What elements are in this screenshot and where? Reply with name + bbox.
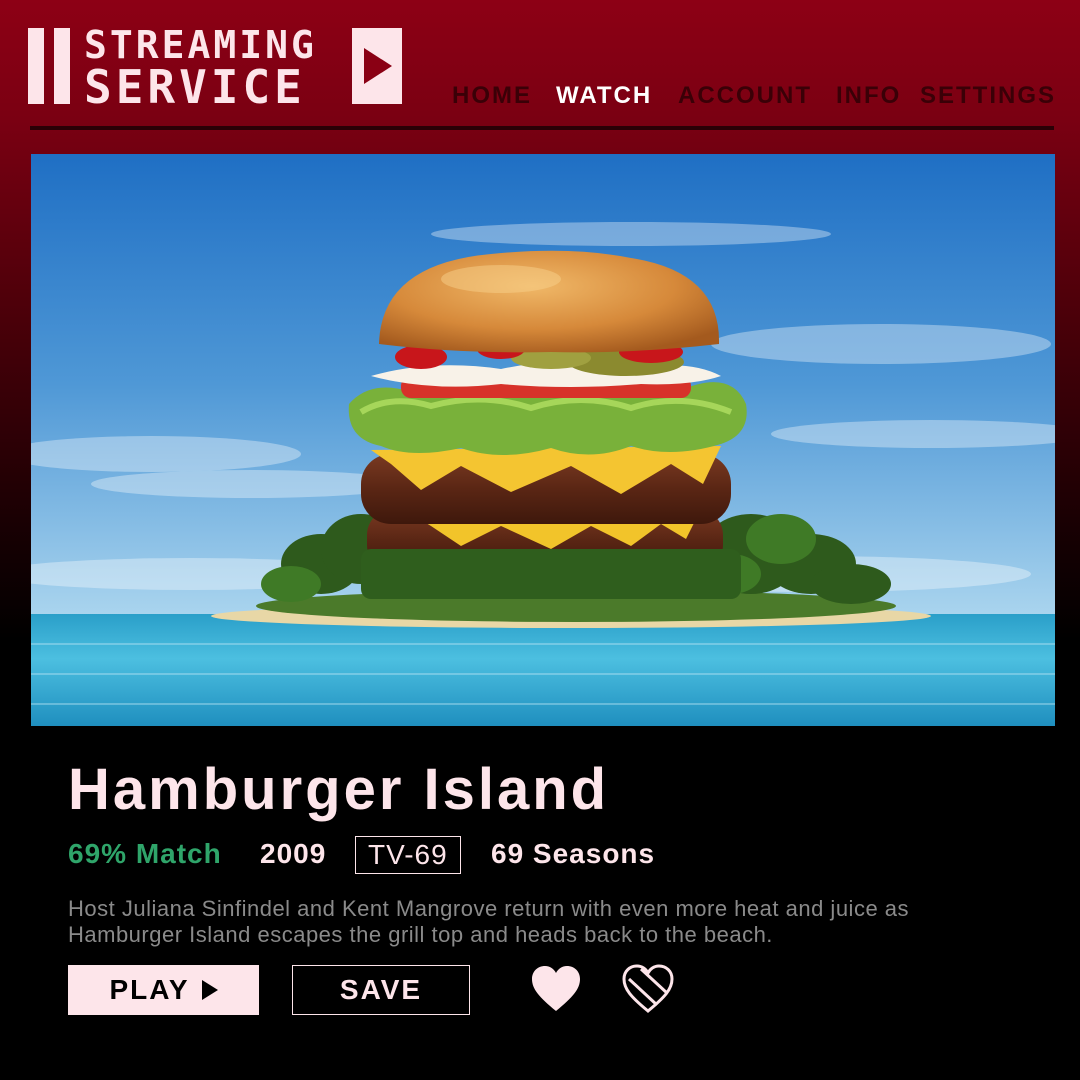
play-button[interactable]: PLAY bbox=[68, 965, 259, 1015]
save-label: SAVE bbox=[339, 974, 423, 1005]
nav-settings[interactable]: SETTINGS bbox=[920, 82, 1056, 110]
play-icon bbox=[352, 28, 402, 104]
play-triangle-icon bbox=[201, 980, 218, 1000]
match-score: 69% Match bbox=[68, 838, 222, 869]
season-count: 69 Seasons bbox=[491, 838, 656, 869]
main-nav: HOME WATCH ACCOUNT INFO SETTINGS bbox=[452, 82, 1054, 112]
brand-logo[interactable]: STREAMING SERVICE bbox=[28, 23, 404, 110]
save-button[interactable]: SAVE bbox=[292, 965, 470, 1015]
heart-icon[interactable] bbox=[529, 963, 583, 1017]
broken-heart-icon[interactable] bbox=[621, 963, 675, 1017]
logo-line-2: SERVICE bbox=[84, 60, 306, 114]
logo-bar bbox=[54, 28, 70, 104]
nav-divider bbox=[30, 126, 1054, 130]
release-year: 2009 bbox=[260, 838, 327, 869]
logo-bar bbox=[28, 28, 44, 104]
hero-image[interactable] bbox=[31, 154, 1055, 726]
maturity-rating-badge: TV-69 bbox=[355, 836, 461, 874]
show-title: Hamburger Island bbox=[68, 757, 610, 822]
show-description: Host Juliana Sinfindel and Kent Mangrove… bbox=[68, 896, 910, 947]
play-label: PLAY bbox=[109, 974, 190, 1005]
nav-account[interactable]: ACCOUNT bbox=[678, 82, 812, 110]
logo-line-1: STREAMING bbox=[84, 23, 317, 67]
nav-info[interactable]: INFO bbox=[836, 82, 901, 110]
nav-home[interactable]: HOME bbox=[452, 82, 532, 110]
nav-watch[interactable]: WATCH bbox=[556, 82, 652, 110]
